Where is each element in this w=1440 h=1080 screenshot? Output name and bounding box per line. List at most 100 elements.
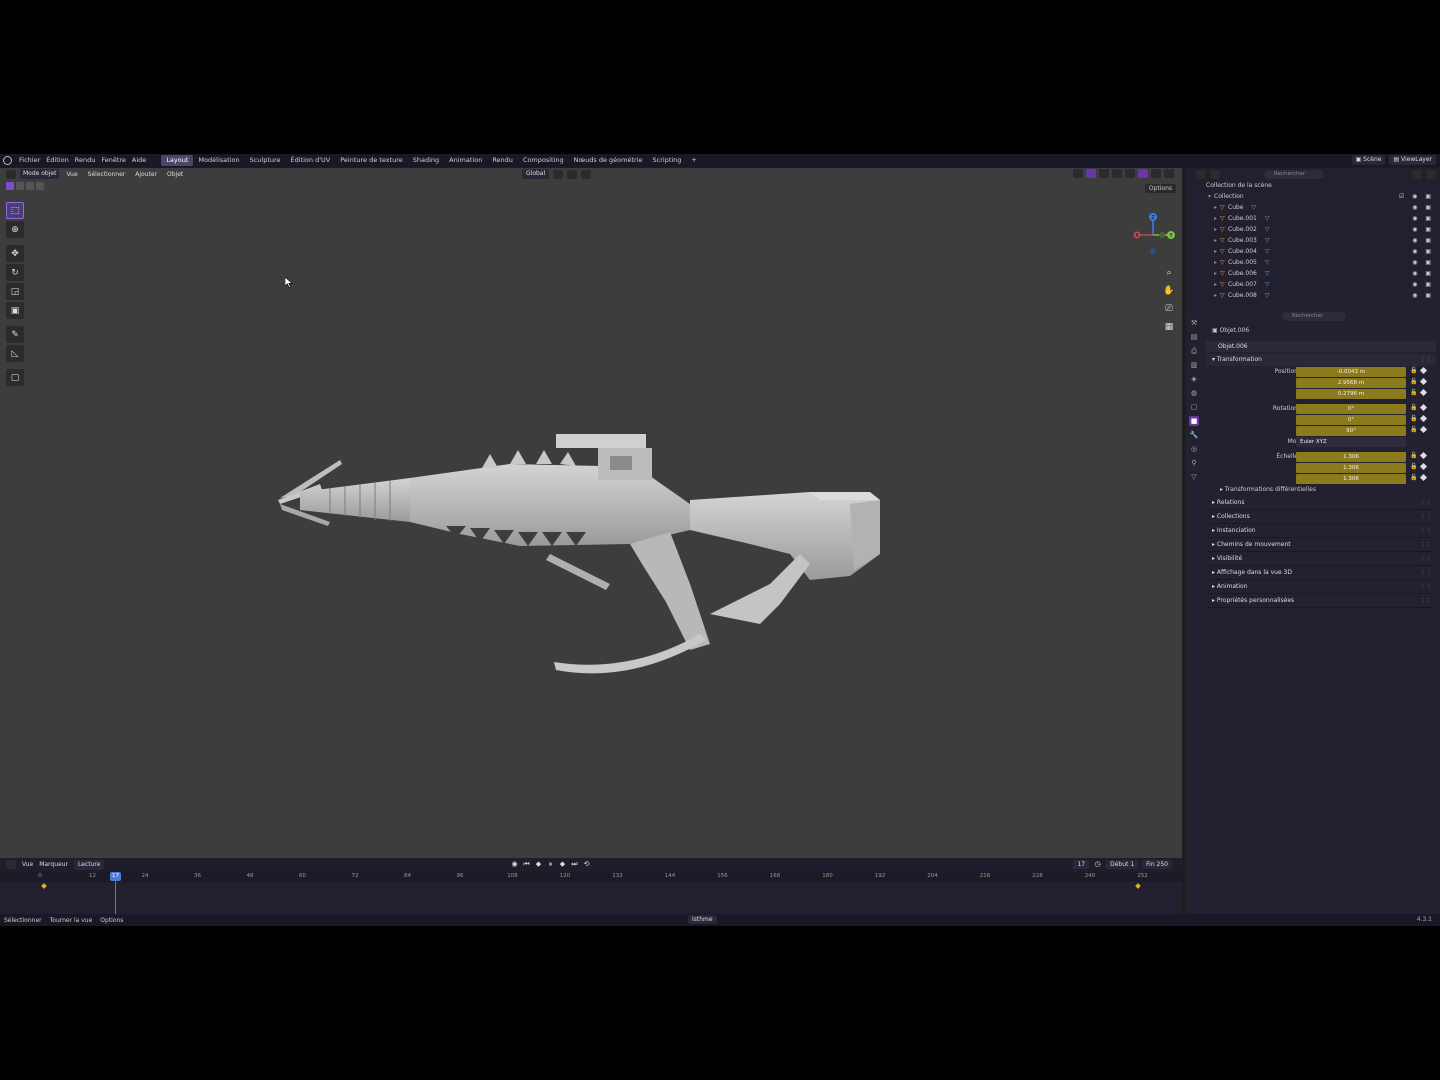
loop-icon[interactable]: ⟲ xyxy=(582,860,591,869)
tab-rendering[interactable]: Rendu xyxy=(487,155,518,166)
location-x-field[interactable]: -0.0043 m xyxy=(1296,367,1406,377)
scale-z-field[interactable]: 1.306 xyxy=(1296,474,1406,484)
menu-edit[interactable]: Édition xyxy=(43,155,72,166)
modifier-tab-icon[interactable]: 🔧 xyxy=(1189,430,1199,440)
select-box-tool-icon[interactable]: ⬚ xyxy=(6,202,24,219)
select-extend-icon[interactable] xyxy=(16,182,24,190)
rotation-mode-dropdown[interactable]: Euler XYZ xyxy=(1296,437,1406,447)
outliner-object-row[interactable]: ▸ ▽ Cube.008 ▽ ◉ ▣ xyxy=(1186,290,1440,301)
keyframe-icon[interactable] xyxy=(1419,425,1428,434)
add-cube-tool-icon[interactable]: ▢ xyxy=(6,369,24,386)
menu-window[interactable]: Fenêtre xyxy=(98,155,129,166)
auto-key-icon[interactable]: ◉ xyxy=(510,860,519,869)
outliner-object-row[interactable]: ▸ ▽ Cube.006 ▽ ◉ ▣ xyxy=(1186,268,1440,279)
lock-icon[interactable]: 🔓 xyxy=(1410,415,1417,422)
rotate-tool-icon[interactable]: ↻ xyxy=(6,264,24,281)
gizmo-neg-z-axis[interactable] xyxy=(1150,248,1156,254)
3d-viewport[interactable]: Mode objet Vue Sélectionner Ajouter Obje… xyxy=(0,168,1182,872)
menu-select[interactable]: Sélectionner xyxy=(85,171,129,178)
transform-tool-icon[interactable]: ▣ xyxy=(6,302,24,319)
gizmo-toggle-icon[interactable] xyxy=(1086,169,1096,178)
tab-layout[interactable]: Layout xyxy=(161,155,194,166)
orientation-dropdown[interactable]: Global xyxy=(522,169,550,179)
keyframe-track[interactable] xyxy=(0,882,1182,916)
end-frame-field[interactable]: Fin 250 xyxy=(1142,860,1172,869)
snap-icon[interactable] xyxy=(567,169,578,179)
move-tool-icon[interactable]: ✥ xyxy=(6,245,24,262)
tab-animation[interactable]: Animation xyxy=(444,155,487,166)
next-keyframe-icon[interactable]: ◆ xyxy=(558,860,567,869)
location-z-field[interactable]: 0.2796 m xyxy=(1296,389,1406,399)
xray-icon[interactable] xyxy=(1112,169,1122,178)
scale-tool-icon[interactable]: ◲ xyxy=(6,283,24,300)
outliner-object-row[interactable]: ▸ ▽ Cube.003 ▽ ◉ ▣ xyxy=(1186,235,1440,246)
visibility-icon[interactable] xyxy=(1073,169,1083,178)
properties-section-header[interactable]: ▸ Animation ⋮⋮ xyxy=(1206,580,1436,594)
prev-keyframe-icon[interactable]: ◆ xyxy=(534,860,543,869)
visibility-toggles[interactable]: ◉ ▣ xyxy=(1412,292,1434,299)
visibility-toggles[interactable]: ◉ ▣ xyxy=(1412,248,1434,255)
visibility-toggles[interactable]: ◉ ▣ xyxy=(1412,270,1434,277)
keyframe-icon[interactable] xyxy=(1419,451,1428,460)
keyframe-icon[interactable] xyxy=(1419,377,1428,386)
collection-row[interactable]: ▾ Collection ☑ ◉ ▣ xyxy=(1186,191,1440,202)
keyframe-icon[interactable] xyxy=(1419,366,1428,375)
tab-scripting[interactable]: Scripting xyxy=(648,155,687,166)
start-frame-field[interactable]: Début 1 xyxy=(1106,860,1139,869)
visibility-toggles[interactable]: ◉ ▣ xyxy=(1412,281,1434,288)
pause-icon[interactable]: ⏸ xyxy=(546,860,555,869)
tab-shading[interactable]: Shading xyxy=(408,155,444,166)
transform-panel-header[interactable]: ▾ Transformation ⋮⋮ xyxy=(1206,354,1436,366)
data-tab-icon[interactable]: ▽ xyxy=(1189,472,1199,482)
shading-rendered-icon[interactable] xyxy=(1164,169,1174,178)
menu-file[interactable]: Fichier xyxy=(16,155,43,166)
shading-wireframe-icon[interactable] xyxy=(1125,169,1135,178)
object-name-field[interactable]: Objet.006 xyxy=(1206,341,1436,352)
lock-icon[interactable]: 🔓 xyxy=(1410,463,1417,470)
jump-end-icon[interactable]: ⏭ xyxy=(570,860,579,869)
pan-hand-icon[interactable]: ✋ xyxy=(1162,284,1176,298)
collection-tab-icon[interactable]: ▢ xyxy=(1189,402,1199,412)
annotate-tool-icon[interactable]: ✎ xyxy=(6,326,24,343)
new-collection-icon[interactable] xyxy=(1426,169,1436,179)
rotation-z-field[interactable]: 90° xyxy=(1296,426,1406,436)
lock-icon[interactable]: 🔓 xyxy=(1410,426,1417,433)
tab-compositing[interactable]: Compositing xyxy=(518,155,569,166)
jump-start-icon[interactable]: ⏮ xyxy=(522,860,531,869)
lock-icon[interactable]: 🔓 xyxy=(1410,378,1417,385)
scene-selector[interactable]: ▣ Scène xyxy=(1351,155,1386,165)
lock-icon[interactable]: 🔓 xyxy=(1410,452,1417,459)
properties-editor[interactable]: ⚒ ▤ ⎙ ▥ ◈ ◍ ▢ ■ 🔧 ◎ ⚲ ▽ Rechercher ▣ Obj… xyxy=(1186,308,1440,914)
filter-icon[interactable] xyxy=(1412,169,1422,179)
keyframe-icon[interactable] xyxy=(1419,414,1428,423)
tab-texture-paint[interactable]: Peinture de texture xyxy=(335,155,408,166)
gizmo-neg-y-axis[interactable] xyxy=(1159,232,1165,238)
visibility-toggles[interactable]: ☑ ◉ ▣ xyxy=(1399,193,1434,200)
properties-section-header[interactable]: ▸ Chemins de mouvement ⋮⋮ xyxy=(1206,538,1436,552)
pivot-icon[interactable] xyxy=(553,169,564,179)
rotation-x-field[interactable]: 0° xyxy=(1296,404,1406,414)
timeline-editor[interactable]: Vue Marqueur Lecture ◉ ⏮ ◆ ⏸ ◆ ⏭ ⟲ 17 ◷ … xyxy=(0,858,1182,916)
rotation-y-field[interactable]: 0° xyxy=(1296,415,1406,425)
editor-type-icon[interactable] xyxy=(6,169,16,179)
playhead[interactable]: 17 xyxy=(110,872,121,881)
lock-icon[interactable]: 🔓 xyxy=(1410,389,1417,396)
keyframe-icon[interactable] xyxy=(1419,403,1428,412)
view-layer-tab-icon[interactable]: ▥ xyxy=(1189,360,1199,370)
menu-object[interactable]: Objet xyxy=(164,171,186,178)
3d-model-rifle[interactable] xyxy=(270,434,890,674)
cursor-tool-icon[interactable]: ⊕ xyxy=(6,221,24,238)
outliner-search-input[interactable]: Rechercher xyxy=(1264,169,1324,179)
keyframe[interactable] xyxy=(1135,883,1141,889)
visibility-toggles[interactable]: ◉ ▣ xyxy=(1412,226,1434,233)
outliner-object-row[interactable]: ▸ ▽ Cube.002 ▽ ◉ ▣ xyxy=(1186,224,1440,235)
clock-icon[interactable]: ◷ xyxy=(1093,860,1102,869)
menu-render[interactable]: Rendu xyxy=(72,155,99,166)
visibility-toggles[interactable]: ◉ ▣ xyxy=(1412,237,1434,244)
properties-section-header[interactable]: ▸ Visibilité ⋮⋮ xyxy=(1206,552,1436,566)
scene-collection-row[interactable]: Collection de la scène xyxy=(1186,180,1440,191)
scale-y-field[interactable]: 1.306 xyxy=(1296,463,1406,473)
visibility-toggles[interactable]: ◉ ▣ xyxy=(1412,215,1434,222)
mode-dropdown[interactable]: Mode objet xyxy=(20,169,60,179)
properties-search-input[interactable]: Rechercher xyxy=(1282,312,1346,321)
